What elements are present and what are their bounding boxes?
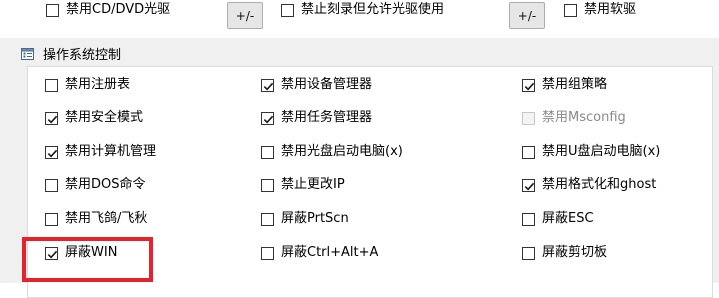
checkbox-block-burning[interactable]: 禁止刻录但允许光驱使用 bbox=[281, 0, 444, 20]
option-label: 禁用设备管理器 bbox=[281, 77, 373, 92]
option-checkbox-item[interactable]: 禁用格式化和ghost bbox=[522, 175, 656, 195]
unchecked-checkbox[interactable] bbox=[45, 178, 58, 192]
option-label: 屏蔽Ctrl+Alt+A bbox=[281, 245, 379, 260]
checkbox-label: 禁止刻录但允许光驱使用 bbox=[301, 2, 445, 17]
option-label: 禁用DOS命令 bbox=[65, 177, 146, 192]
checkbox-disable-floppy[interactable]: 禁用软驱 bbox=[564, 0, 636, 20]
checked-checkbox[interactable] bbox=[522, 78, 535, 92]
drive-control-panel: 禁用CD/DVD光驱 +/- 禁止刻录但允许光驱使用 +/- 禁用软驱 bbox=[0, 0, 719, 39]
checked-checkbox[interactable] bbox=[45, 246, 58, 260]
option-label: 屏蔽WIN bbox=[65, 245, 118, 260]
unchecked-checkbox[interactable] bbox=[261, 212, 274, 226]
unchecked-checkbox[interactable] bbox=[45, 78, 58, 92]
option-checkbox-item[interactable]: 禁用任务管理器 bbox=[261, 108, 372, 128]
checkbox-box[interactable] bbox=[46, 3, 59, 17]
option-checkbox-item[interactable]: 禁用计算机管理 bbox=[45, 142, 156, 162]
checkmark-icon bbox=[47, 149, 58, 157]
option-label: 禁用注册表 bbox=[65, 77, 131, 92]
checked-checkbox[interactable] bbox=[45, 145, 58, 159]
option-label: 禁用U盘启动电脑(x) bbox=[542, 144, 661, 159]
unchecked-checkbox[interactable] bbox=[261, 178, 274, 192]
option-label: 禁用安全模式 bbox=[65, 110, 144, 125]
option-checkbox-item[interactable]: 屏蔽剪切板 bbox=[522, 243, 607, 263]
unchecked-checkbox[interactable] bbox=[261, 246, 274, 260]
checkmark-icon bbox=[47, 250, 58, 258]
checked-checkbox[interactable] bbox=[522, 178, 535, 192]
option-checkbox-item[interactable]: 禁用组策略 bbox=[522, 75, 607, 95]
option-checkbox-item: 禁用Msconfig bbox=[522, 108, 626, 128]
checkmark-icon bbox=[263, 115, 274, 123]
section-header: 操作系统控制 bbox=[21, 44, 121, 63]
option-checkbox-item[interactable]: 禁止更改IP bbox=[261, 175, 345, 195]
option-checkbox-item[interactable]: 屏蔽PrtScn bbox=[261, 209, 349, 229]
os-control-section: 操作系统控制 禁用注册表 禁用设备管理器 禁用组策略禁用安全模式 禁用任务管理器 禁用M… bbox=[0, 38, 719, 298]
option-label: 禁用任务管理器 bbox=[281, 110, 373, 125]
option-checkbox-item[interactable]: 禁用光盘启动电脑(x) bbox=[261, 142, 403, 162]
option-label: 禁止更改IP bbox=[281, 177, 345, 192]
section-title: 操作系统控制 bbox=[43, 48, 122, 63]
option-label: 禁用格式化和ghost bbox=[542, 177, 657, 192]
checkbox-box[interactable] bbox=[281, 3, 294, 17]
checkbox-label: 禁用CD/DVD光驱 bbox=[66, 2, 171, 17]
option-checkbox-item[interactable]: 屏蔽WIN bbox=[45, 243, 117, 263]
option-label: 屏蔽PrtScn bbox=[281, 211, 349, 226]
checked-checkbox[interactable] bbox=[45, 111, 58, 125]
expand-toggle-button[interactable]: +/- bbox=[227, 2, 263, 29]
unchecked-checkbox[interactable] bbox=[261, 145, 274, 159]
option-label: 屏蔽ESC bbox=[542, 211, 594, 226]
checked-checkbox[interactable] bbox=[261, 111, 274, 125]
settings-list-icon bbox=[21, 47, 34, 60]
option-checkbox-item[interactable]: 禁用DOS命令 bbox=[45, 175, 146, 195]
checkmark-icon bbox=[524, 82, 535, 90]
unchecked-checkbox[interactable] bbox=[522, 212, 535, 226]
option-checkbox-item[interactable]: 屏蔽ESC bbox=[522, 209, 594, 229]
unchecked-checkbox[interactable] bbox=[45, 212, 58, 226]
expand-toggle-button[interactable]: +/- bbox=[509, 2, 545, 29]
checkmark-icon bbox=[263, 82, 274, 90]
checkbox-disable-cd-dvd[interactable]: 禁用CD/DVD光驱 bbox=[46, 0, 170, 20]
unchecked-checkbox[interactable] bbox=[522, 145, 535, 159]
checkmark-icon bbox=[47, 115, 58, 123]
checkbox-box[interactable] bbox=[564, 3, 577, 17]
option-label: 禁用飞鸽/飞秋 bbox=[65, 211, 148, 226]
option-label: 禁用Msconfig bbox=[542, 110, 626, 125]
option-checkbox-item[interactable]: 禁用注册表 bbox=[45, 75, 130, 95]
option-checkbox-item[interactable]: 禁用飞鸽/飞秋 bbox=[45, 209, 147, 229]
unchecked-checkbox[interactable] bbox=[522, 246, 535, 260]
checkbox-label: 禁用软驱 bbox=[584, 2, 637, 17]
option-checkbox-item[interactable]: 禁用安全模式 bbox=[45, 108, 143, 128]
option-label: 屏蔽剪切板 bbox=[542, 245, 608, 260]
option-label: 禁用光盘启动电脑(x) bbox=[281, 144, 403, 159]
option-checkbox-item[interactable]: 禁用设备管理器 bbox=[261, 75, 372, 95]
checkmark-icon bbox=[524, 182, 535, 190]
unchecked-checkbox bbox=[522, 111, 535, 125]
option-label: 禁用组策略 bbox=[542, 77, 608, 92]
checked-checkbox[interactable] bbox=[261, 78, 274, 92]
option-checkbox-item[interactable]: 禁用U盘启动电脑(x) bbox=[522, 142, 660, 162]
option-checkbox-item[interactable]: 屏蔽Ctrl+Alt+A bbox=[261, 243, 378, 263]
options-group-box: 禁用注册表 禁用设备管理器 禁用组策略禁用安全模式 禁用任务管理器 禁用Msconfig… bbox=[27, 66, 713, 298]
option-label: 禁用计算机管理 bbox=[65, 144, 157, 159]
